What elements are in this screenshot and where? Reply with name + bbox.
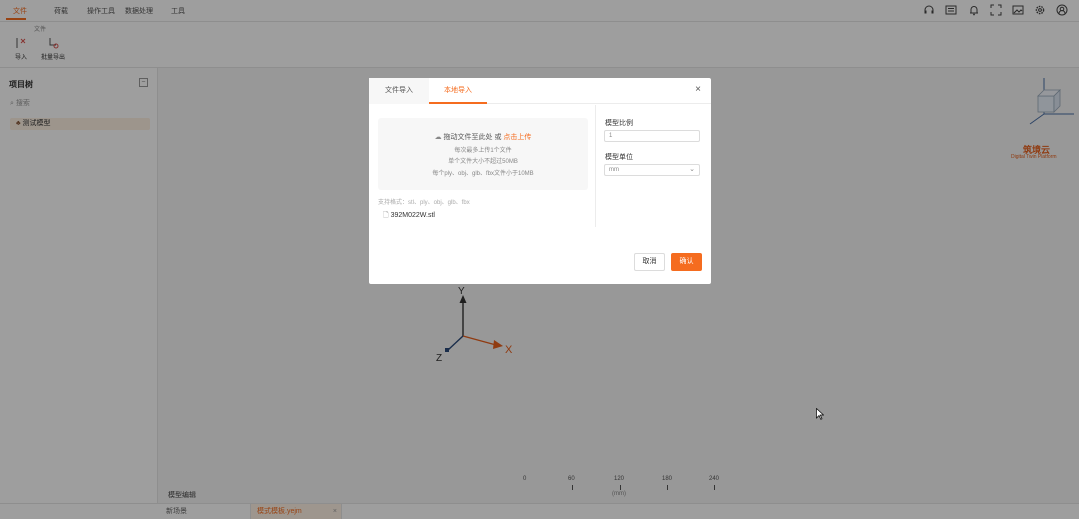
file-icon: 🗋	[383, 212, 389, 219]
scale-label: 模型比例	[605, 120, 633, 127]
dropzone-prompt: ☁ 拖动文件至此处 或 点击上传	[378, 132, 588, 142]
dropzone-hint: 单个文件大小不超过50MB	[448, 159, 518, 165]
dropzone-prompt-text: 拖动文件至此处 或	[443, 134, 502, 141]
scale-value: 1	[609, 133, 613, 139]
dropzone-hint: 每个ply、obj、glb、fbx文件小于10MB	[432, 171, 534, 177]
scale-input[interactable]: 1	[604, 130, 700, 142]
chevron-down-icon: ⌄	[689, 166, 695, 173]
tab-file-import[interactable]: 文件导入	[369, 78, 429, 104]
confirm-button[interactable]: 确认	[671, 253, 702, 271]
cancel-button[interactable]: 取消	[634, 253, 665, 271]
support-formats: 支持格式：stl、ply、obj、glb、fbx	[378, 200, 470, 206]
cloud-upload-icon: ☁	[434, 134, 442, 141]
close-icon[interactable]: ×	[693, 85, 703, 95]
dialog-divider	[595, 105, 596, 227]
import-dialog: 文件导入 本地导入 × ☁ 拖动文件至此处 或 点击上传 每次最多上传1个文件 …	[369, 78, 711, 284]
unit-label: 模型单位	[605, 154, 633, 161]
dialog-tabs: 文件导入 本地导入	[369, 78, 711, 104]
tab-local-import[interactable]: 本地导入	[429, 78, 487, 104]
unit-value: mm	[609, 167, 619, 173]
file-name: 392M022W.stl	[390, 212, 435, 219]
upload-dropzone[interactable]: ☁ 拖动文件至此处 或 点击上传 每次最多上传1个文件 单个文件大小不超过50M…	[378, 118, 588, 190]
uploaded-file[interactable]: 🗋 392M022W.stl	[383, 211, 435, 222]
mouse-cursor-icon	[816, 408, 824, 420]
unit-select[interactable]: mm ⌄	[604, 164, 700, 176]
click-upload-link[interactable]: 点击上传	[503, 134, 531, 141]
dropzone-hint: 每次最多上传1个文件	[454, 148, 512, 154]
